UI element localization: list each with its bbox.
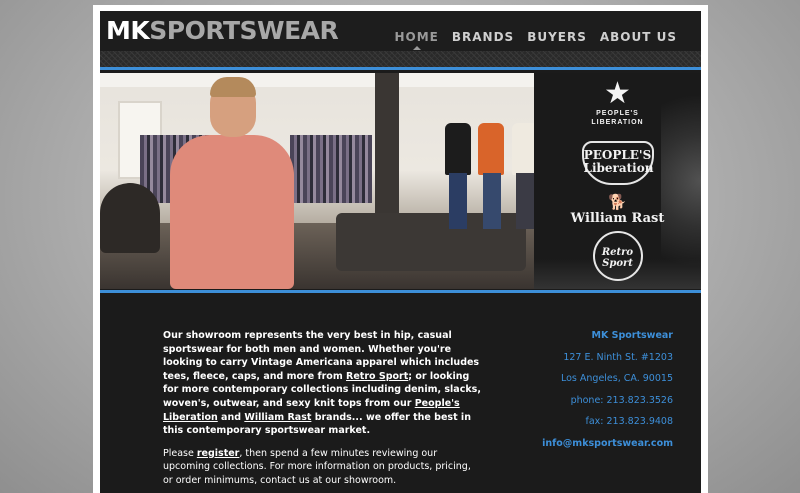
city-address: Los Angeles, CA. 90015 bbox=[560, 373, 673, 385]
phone-number: phone: 213.823.3526 bbox=[570, 394, 673, 406]
nav-buyers[interactable]: BUYERS bbox=[527, 30, 587, 44]
accent-divider-top bbox=[100, 67, 701, 70]
site-header: MK SPORTSWEAR HOME BRANDS BUYERS ABOUT U… bbox=[100, 11, 701, 51]
header-pattern-band bbox=[100, 51, 701, 67]
shield-icon: PEOPLE'S Liberation bbox=[581, 141, 654, 185]
company-name: MK Sportswear bbox=[591, 330, 674, 341]
badge-icon: Retro Sport bbox=[592, 231, 643, 281]
star-icon: ★ bbox=[604, 77, 631, 110]
site-container: MK SPORTSWEAR HOME BRANDS BUYERS ABOUT U… bbox=[100, 11, 701, 493]
nav-about-us[interactable]: ABOUT US bbox=[600, 30, 677, 44]
page-frame: MK SPORTSWEAR HOME BRANDS BUYERS ABOUT U… bbox=[93, 5, 708, 493]
dog-icon: 🐕 bbox=[608, 194, 627, 211]
william-rast-link[interactable]: William Rast bbox=[244, 412, 311, 423]
william-rast-logo[interactable]: 🐕 William Rast bbox=[534, 194, 701, 227]
retro-sport-link[interactable]: Retro Sport bbox=[346, 371, 408, 382]
register-link[interactable]: register bbox=[197, 448, 240, 459]
retro-sport-logo[interactable]: Retro Sport bbox=[534, 231, 701, 281]
site-logo[interactable]: MK SPORTSWEAR bbox=[106, 16, 339, 46]
peoples-liberation-star-logo[interactable]: ★ PEOPLE'S LIBERATION bbox=[534, 79, 701, 127]
register-paragraph: Please register, then spend a few minute… bbox=[163, 447, 471, 486]
nav-brands[interactable]: BRANDS bbox=[452, 30, 514, 44]
peoples-liberation-shield-logo[interactable]: PEOPLE'S Liberation bbox=[534, 141, 701, 185]
main-nav: HOME BRANDS BUYERS ABOUT US bbox=[394, 30, 677, 50]
about-text: Our showroom represents the very best in… bbox=[163, 329, 483, 493]
nav-home[interactable]: HOME bbox=[394, 30, 438, 50]
logo-mk-text: MK bbox=[106, 16, 150, 45]
fax-number: fax: 213.823.9408 bbox=[585, 416, 674, 428]
intro-paragraph: Our showroom represents the very best in… bbox=[163, 330, 481, 437]
accent-divider-bottom bbox=[100, 290, 701, 293]
contact-info: MK Sportswear 127 E. Ninth St. #1203 Los… bbox=[473, 329, 673, 451]
street-address: 127 E. Ninth St. #1203 bbox=[563, 351, 673, 363]
brand-logos-panel: ★ PEOPLE'S LIBERATION PEOPLE'S Liberatio… bbox=[534, 73, 701, 289]
email-link[interactable]: info@mksportswear.com bbox=[473, 437, 673, 451]
logo-sportswear-text: SPORTSWEAR bbox=[149, 16, 339, 45]
showroom-photo bbox=[100, 73, 534, 289]
main-content: Our showroom represents the very best in… bbox=[100, 295, 701, 493]
